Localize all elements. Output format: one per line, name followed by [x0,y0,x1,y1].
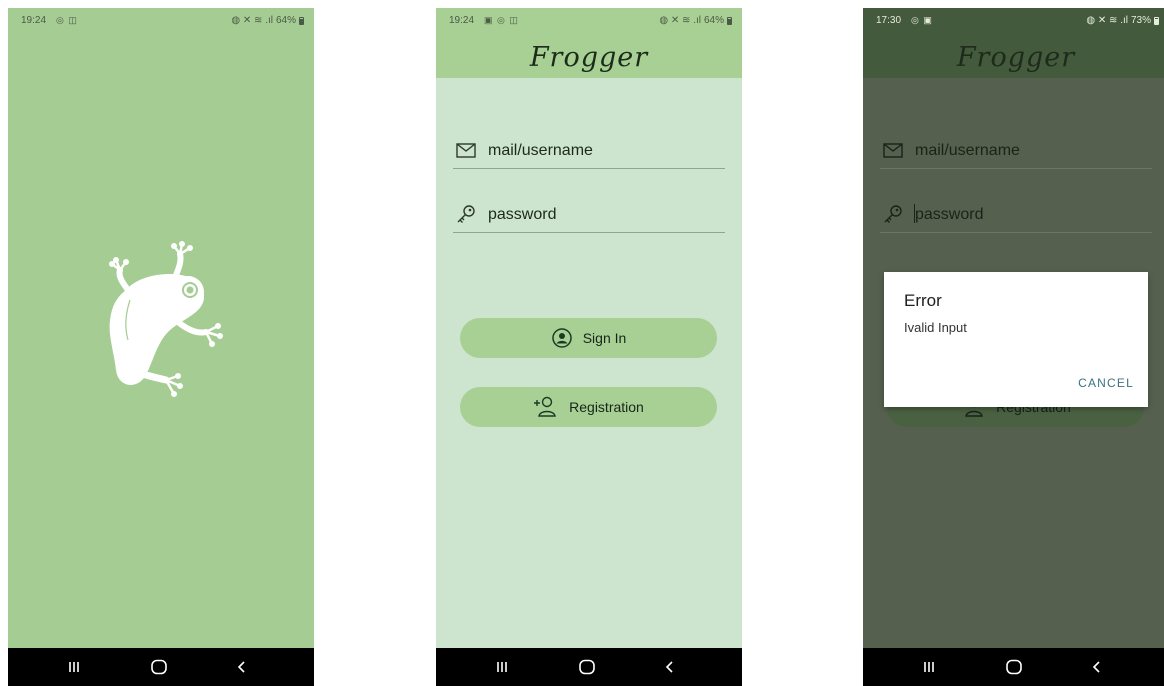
account-circle-icon [551,328,572,348]
notification-icons: ▣ ◎ ◫ [484,15,519,25]
email-placeholder: mail/username [915,142,1020,159]
home-icon[interactable] [139,648,179,686]
back-icon[interactable] [222,648,262,686]
sign-in-label: Sign In [582,330,627,346]
battery-level: 73% [1130,15,1151,26]
key-icon [884,205,902,223]
system-nav-bar [436,648,742,686]
frog-logo-icon [109,241,223,397]
battery-icon [1154,16,1159,25]
battery-level: 64% [275,15,296,26]
sign-in-button[interactable]: Sign In [460,318,717,358]
mail-icon [456,143,476,158]
status-time: 19:24 [449,15,475,26]
email-placeholder: mail/username [488,142,593,159]
app-bar: 17:30 ◎ ▣ ◍ ✕ ≋ .ıl 73% Frogger [863,8,1164,78]
recent-apps-icon[interactable] [909,648,949,686]
system-nav-bar [863,648,1164,686]
status-bar: 19:24 ◎ ◫ ◍ ✕ ≋ .ıl 64% [8,8,314,34]
notification-icons: ◎ ◫ [56,15,78,25]
password-field[interactable]: password [880,200,1152,233]
login-screen: 19:24 ▣ ◎ ◫ ◍ ✕ ≋ .ıl 64% Frogger mail/u… [436,8,742,686]
dialog-title: Error [904,291,942,310]
mail-icon [883,143,903,158]
notification-icons: ◎ ▣ [911,15,933,25]
app-title: Frogger [956,42,1076,73]
registration-button[interactable]: Registration [460,387,717,427]
battery-icon [727,16,732,25]
add-user-icon [534,396,556,417]
app-title: Frogger [529,42,649,73]
battery-icon [299,16,304,25]
recent-apps-icon[interactable] [482,648,522,686]
status-right: ◍ ✕ ≋ .ıl 64% [659,15,732,26]
key-icon [457,205,475,223]
registration-label: Registration [569,399,644,415]
password-placeholder: password [488,206,557,223]
system-icons: ◍ ✕ ≋ .ıl [659,15,701,26]
battery-level: 64% [703,15,724,26]
splash-screen: 19:24 ◎ ◫ ◍ ✕ ≋ .ıl 64% [8,8,314,686]
status-time: 19:24 [21,15,47,26]
status-right: ◍ ✕ ≋ .ıl 64% [231,15,304,26]
error-dialog: Error Ivalid Input CANCEL [884,272,1148,407]
password-field[interactable]: password [453,200,725,233]
status-bar: 17:30 ◎ ▣ ◍ ✕ ≋ .ıl 73% [863,8,1164,34]
back-icon[interactable] [650,648,690,686]
status-bar: 19:24 ▣ ◎ ◫ ◍ ✕ ≋ .ıl 64% [436,8,742,34]
status-right: ◍ ✕ ≋ .ıl 73% [1086,15,1159,26]
app-bar: 19:24 ▣ ◎ ◫ ◍ ✕ ≋ .ıl 64% Frogger [436,8,742,78]
home-icon[interactable] [994,648,1034,686]
home-icon[interactable] [567,648,607,686]
email-field[interactable]: mail/username [453,136,725,169]
login-error-screen: 17:30 ◎ ▣ ◍ ✕ ≋ .ıl 73% Frogger mail/use… [863,8,1164,686]
password-placeholder: password [915,206,984,223]
system-icons: ◍ ✕ ≋ .ıl [231,15,273,26]
dialog-message: Ivalid Input [904,320,967,335]
recent-apps-icon[interactable] [54,648,94,686]
cancel-button[interactable]: CANCEL [1078,376,1134,390]
system-icons: ◍ ✕ ≋ .ıl [1086,15,1128,26]
status-time: 17:30 [876,15,902,26]
system-nav-bar [8,648,314,686]
email-field[interactable]: mail/username [880,136,1152,169]
back-icon[interactable] [1077,648,1117,686]
